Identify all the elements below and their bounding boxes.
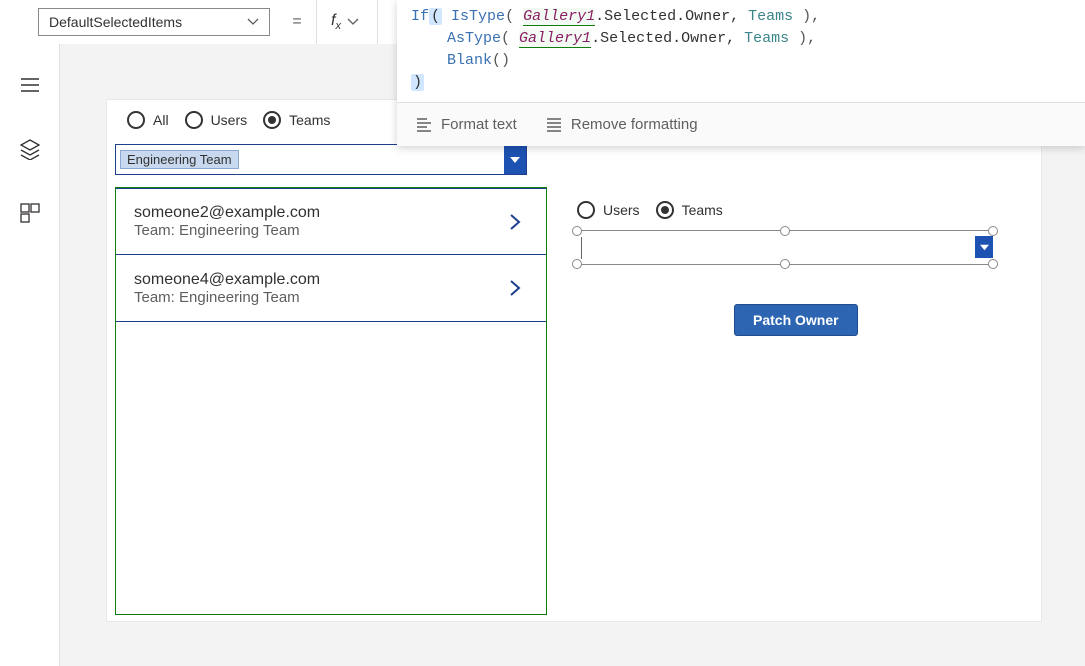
- radio-users-label: Users: [211, 112, 248, 128]
- property-dropdown[interactable]: DefaultSelectedItems: [38, 8, 270, 36]
- fx-button[interactable]: fx: [316, 0, 378, 44]
- radio-teams-label: Teams: [289, 112, 330, 128]
- formula-editor[interactable]: If( IsType( Gallery1.Selected.Owner, Tea…: [397, 4, 1085, 102]
- canvas-right-column: Users Teams Patch Owner: [577, 190, 1025, 230]
- chevron-down-icon: [510, 155, 520, 165]
- chevron-right-icon[interactable]: [506, 213, 524, 231]
- app-canvas[interactable]: All Users Teams Engineering Team someone…: [106, 99, 1042, 622]
- remove-formatting-label: Remove formatting: [571, 116, 698, 133]
- owner-radio-group: Users Teams: [577, 190, 1025, 230]
- gallery-item-email: someone2@example.com: [134, 204, 320, 222]
- remove-formatting-icon: [545, 116, 563, 134]
- gallery1[interactable]: someone2@example.com Team: Engineering T…: [115, 187, 547, 615]
- radio-teams-2[interactable]: [656, 201, 674, 219]
- equals-label: =: [278, 0, 316, 44]
- hamburger-icon[interactable]: [19, 74, 41, 96]
- format-text-icon: [415, 116, 433, 134]
- remove-formatting-button[interactable]: Remove formatting: [545, 116, 698, 134]
- radio-all-label: All: [153, 112, 169, 128]
- combobox-open-button[interactable]: [504, 145, 526, 174]
- canvas-left-column: All Users Teams Engineering Team someone…: [107, 100, 551, 615]
- gallery-item[interactable]: someone2@example.com Team: Engineering T…: [116, 188, 546, 255]
- gallery-item-email: someone4@example.com: [134, 271, 320, 289]
- combobox-open-button[interactable]: [975, 236, 993, 258]
- gallery-item-team: Team: Engineering Team: [134, 222, 320, 239]
- left-rail: [0, 44, 60, 666]
- chevron-down-icon: [347, 16, 359, 28]
- combobox-chip[interactable]: Engineering Team: [120, 150, 239, 169]
- resize-handle[interactable]: [572, 259, 582, 269]
- chevron-down-icon: [247, 16, 259, 28]
- formula-actions-bar: Format text Remove formatting: [397, 102, 1085, 146]
- resize-handle[interactable]: [572, 226, 582, 236]
- gallery-item-team: Team: Engineering Team: [134, 289, 320, 306]
- radio-teams[interactable]: [263, 111, 281, 129]
- text-caret: [581, 237, 582, 259]
- radio-teams-2-label: Teams: [682, 202, 723, 218]
- property-dropdown-value: DefaultSelectedItems: [49, 14, 247, 30]
- format-text-label: Format text: [441, 116, 517, 133]
- team-combobox[interactable]: Engineering Team: [115, 144, 527, 175]
- formula-editor-panel: If( IsType( Gallery1.Selected.Owner, Tea…: [397, 0, 1085, 146]
- resize-handle[interactable]: [780, 226, 790, 236]
- chevron-down-icon: [980, 243, 989, 252]
- components-icon[interactable]: [19, 202, 41, 224]
- chevron-right-icon[interactable]: [506, 279, 524, 297]
- resize-handle[interactable]: [780, 259, 790, 269]
- resize-handle[interactable]: [988, 259, 998, 269]
- patch-owner-button[interactable]: Patch Owner: [734, 304, 858, 336]
- fx-label: fx: [331, 12, 341, 32]
- selected-combobox-control[interactable]: [577, 230, 997, 265]
- gallery-item[interactable]: someone4@example.com Team: Engineering T…: [116, 255, 546, 322]
- radio-users-2-label: Users: [603, 202, 640, 218]
- radio-users[interactable]: [185, 111, 203, 129]
- radio-users-2[interactable]: [577, 201, 595, 219]
- resize-handle[interactable]: [988, 226, 998, 236]
- format-text-button[interactable]: Format text: [415, 116, 517, 134]
- layers-icon[interactable]: [19, 138, 41, 160]
- radio-all[interactable]: [127, 111, 145, 129]
